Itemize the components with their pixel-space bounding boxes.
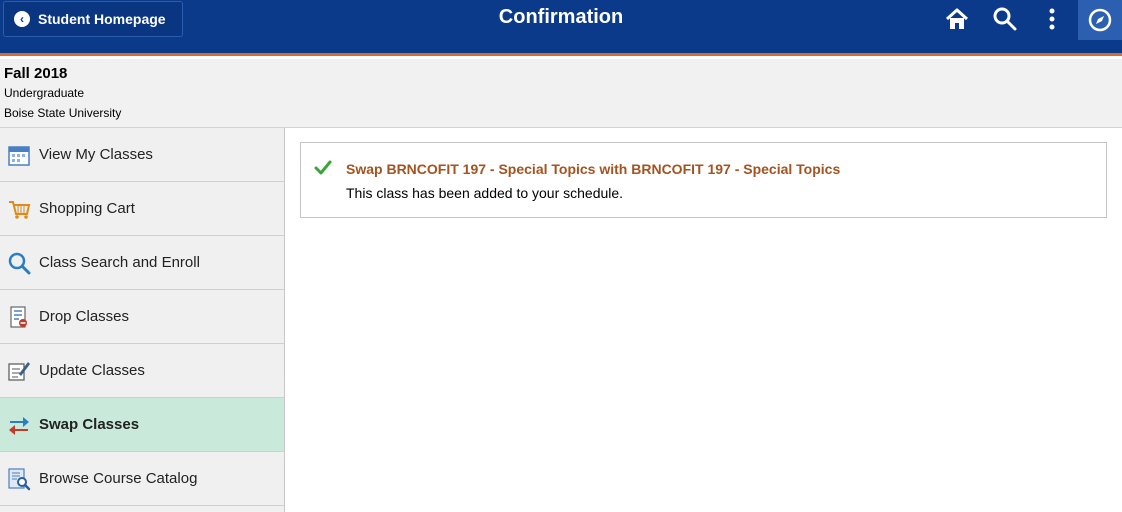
sidebar-item-shopping-cart[interactable]: Shopping Cart bbox=[0, 182, 284, 236]
confirmation-text: This class has been added to your schedu… bbox=[346, 185, 624, 201]
sidebar-item-label: View My Classes bbox=[39, 146, 153, 163]
sidebar-item-drop-classes[interactable]: Drop Classes bbox=[0, 290, 284, 344]
catalog-icon bbox=[8, 467, 31, 490]
shopping-cart-icon bbox=[9, 200, 31, 219]
sidebar-item-class-search-and-enroll[interactable]: Class Search and Enroll bbox=[0, 236, 284, 290]
home-icon[interactable] bbox=[943, 5, 971, 33]
page-header: ‹ Student Homepage Confirmation bbox=[0, 0, 1122, 56]
sidebar-item-label: Browse Course Catalog bbox=[39, 470, 198, 487]
edit-document-icon bbox=[8, 361, 30, 381]
sidebar-item-view-my-classes[interactable]: View My Classes bbox=[0, 128, 284, 182]
search-icon[interactable] bbox=[991, 5, 1019, 33]
confirmation-title: Swap BRNCOFIT 197 - Special Topics with … bbox=[346, 161, 841, 177]
sidebar-item-label: Shopping Cart bbox=[39, 200, 135, 217]
sidebar-item-label: Class Search and Enroll bbox=[39, 254, 200, 271]
more-options-icon[interactable] bbox=[1040, 5, 1068, 33]
sidebar-item-browse-course-catalog[interactable]: Browse Course Catalog bbox=[0, 452, 284, 506]
drop-list-icon bbox=[10, 305, 27, 328]
sidebar-item-swap-classes[interactable]: Swap Classes bbox=[0, 398, 284, 452]
confirmation-message-box: Swap BRNCOFIT 197 - Special Topics with … bbox=[300, 142, 1107, 218]
term-career: Undergraduate bbox=[4, 86, 85, 100]
sidebar-item-label: Update Classes bbox=[39, 362, 145, 379]
swap-arrows-icon bbox=[9, 416, 29, 435]
term-name: Fall 2018 bbox=[4, 65, 68, 82]
term-institution: Boise State University bbox=[4, 106, 122, 120]
sidebar-item-label: Drop Classes bbox=[39, 308, 130, 325]
sidebar-item-update-classes[interactable]: Update Classes bbox=[0, 344, 284, 398]
magnifier-icon bbox=[8, 252, 31, 274]
calendar-icon bbox=[8, 145, 30, 166]
check-icon bbox=[314, 160, 332, 175]
sidebar: View My Classes Shopping Cart Class Sear… bbox=[0, 128, 285, 512]
sidebar-item-label: Swap Classes bbox=[39, 416, 140, 433]
navbar-icon[interactable] bbox=[1078, 0, 1122, 40]
main-content: Swap BRNCOFIT 197 - Special Topics with … bbox=[285, 128, 1122, 512]
term-info-bar: Fall 2018 Undergraduate Boise State Univ… bbox=[0, 59, 1122, 128]
